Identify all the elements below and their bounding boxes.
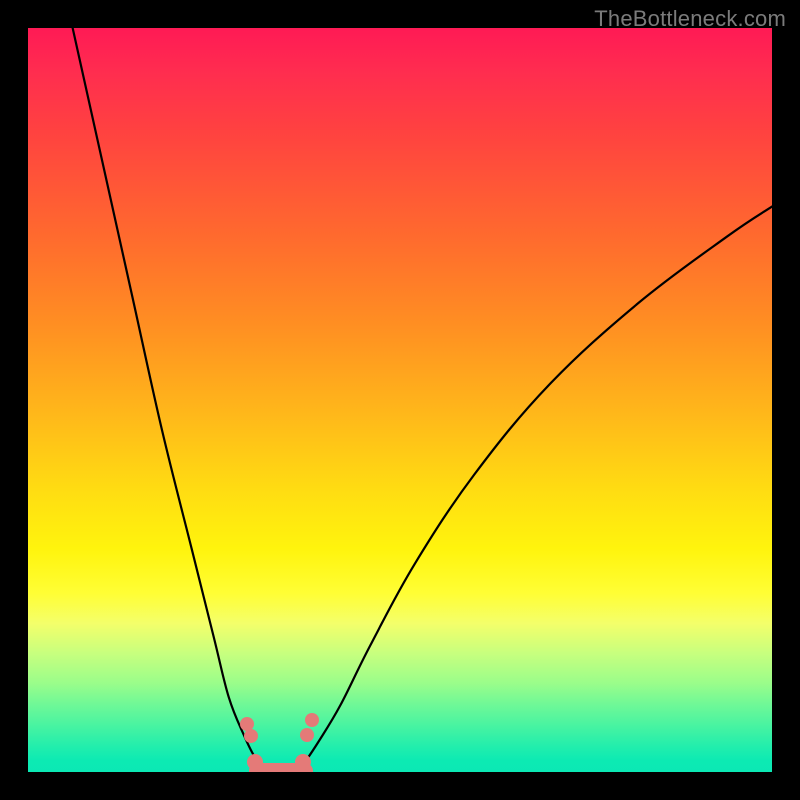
bottleneck-curve [28, 28, 772, 772]
plot-area [28, 28, 772, 772]
plot-inner [28, 28, 772, 772]
curve-marker [305, 713, 319, 727]
chart-frame: TheBottleneck.com [0, 0, 800, 800]
curve-right-branch [303, 207, 772, 765]
watermark-text: TheBottleneck.com [594, 6, 786, 32]
curve-marker [300, 728, 314, 742]
curve-left-branch [73, 28, 266, 768]
